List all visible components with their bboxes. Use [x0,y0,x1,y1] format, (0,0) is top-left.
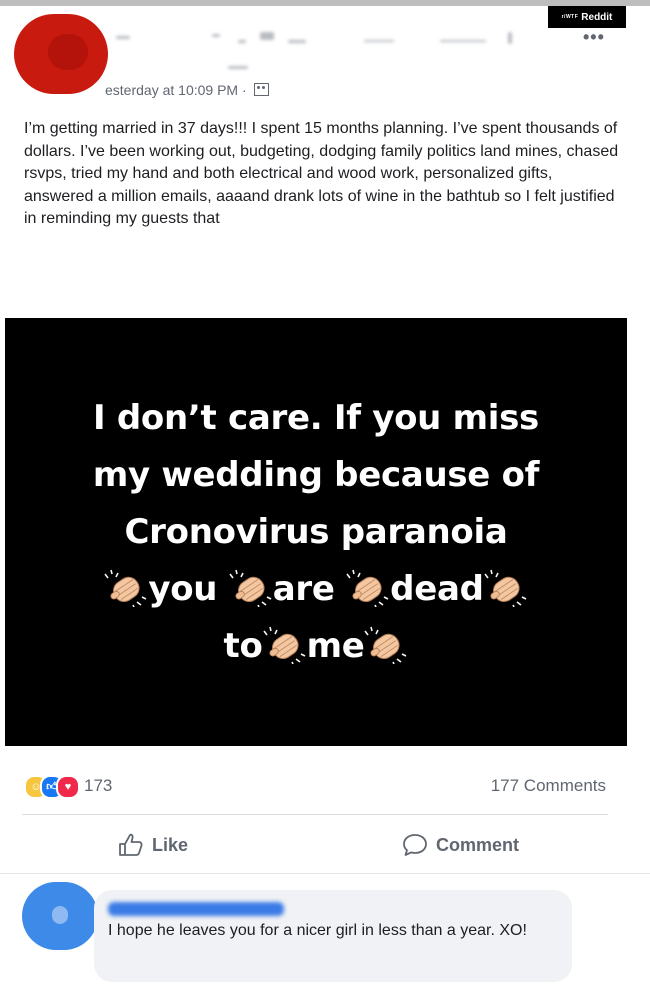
clapping-hands-icon [484,569,528,607]
blur-fragment [288,40,306,43]
image-quote-text: I don’t care. If you miss my wedding bec… [5,390,627,675]
quote-line-4: you are dead [5,561,627,618]
blur-fragment [212,34,220,37]
comment-label: Comment [436,834,520,855]
more-options-icon[interactable]: ••• [583,28,605,46]
quote-line-3: Cronovirus paranoia [124,512,508,552]
like-label: Like [152,834,189,855]
blur-fragment [364,40,394,42]
comment-bubble: I hope he leaves you for a nicer girl in… [94,890,572,982]
commenter-name-redacted[interactable] [108,902,284,916]
reddit-watermark: r/WTF Reddit [548,6,626,28]
thumbs-up-icon [119,833,143,856]
quote-word: you [148,569,218,609]
commenter-avatar-redacted[interactable] [22,882,98,950]
comment-button[interactable]: Comment [402,830,519,860]
comments-divider [0,873,650,874]
blur-fragment [508,32,512,44]
quote-word: are [272,569,335,609]
speech-bubble-icon [403,834,427,856]
blur-fragment [116,36,130,39]
post-text: I’m getting married in 37 days!!! I spen… [24,120,619,228]
clapping-hands-icon [346,569,390,607]
timestamp-text: esterday at 10:09 PM · [105,82,247,98]
quote-line-5: to me [5,618,627,675]
quote-line-1: I don’t care. If you miss [93,398,539,438]
reaction-count: 173 [84,776,113,795]
quote-line-2: my wedding because of [92,455,540,495]
post-timestamp[interactable]: esterday at 10:09 PM · [105,82,269,98]
blur-fragment [228,66,248,69]
clapping-hands-icon [263,626,307,664]
poster-avatar-redacted[interactable] [14,14,108,94]
comments-count-link[interactable]: 177 Comments [491,775,606,797]
post-image[interactable]: I don’t care. If you miss my wedding bec… [5,318,627,746]
comment-text: I hope he leaves you for a nicer girl in… [108,922,527,939]
quote-word: dead [390,569,484,609]
like-button[interactable]: Like [118,830,188,860]
blur-fragment [238,40,246,43]
quote-word: me [306,626,365,666]
love-reaction-icon: ♥ [56,775,80,799]
clapping-hands-icon [104,569,148,607]
clapping-hands-icon [229,569,273,607]
blur-fragment [260,32,274,40]
clapping-hands-icon [364,626,408,664]
quote-word: to [223,626,263,666]
watermark-label: Reddit [581,11,613,23]
friends-audience-icon [253,83,269,96]
redaction-mark [52,906,68,924]
action-bar-divider [22,814,608,815]
redaction-mark [48,34,88,70]
watermark-subreddit: r/WTF [561,14,579,20]
blur-fragment [440,40,486,42]
poster-name-redacted[interactable] [116,26,526,69]
